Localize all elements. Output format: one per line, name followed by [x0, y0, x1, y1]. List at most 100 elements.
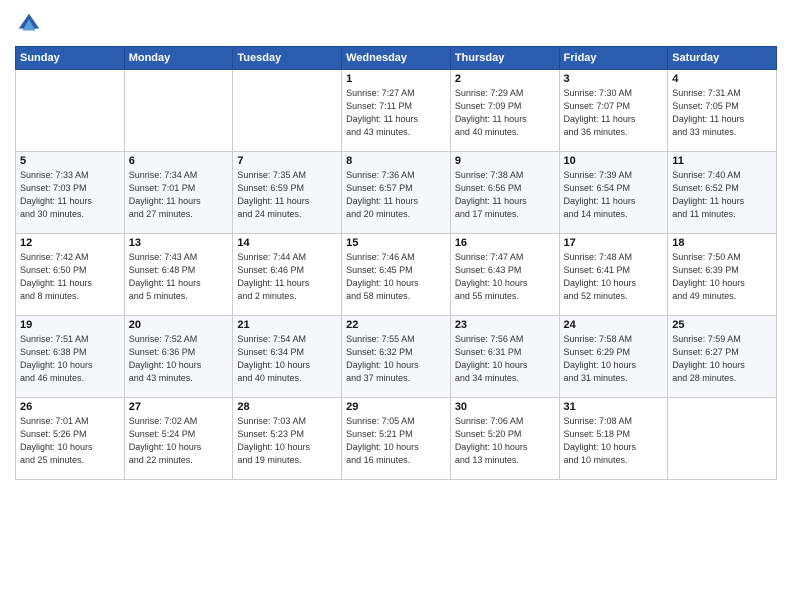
day-number: 17	[564, 237, 664, 249]
calendar-cell: 3 Sunrise: 7:30 AM Sunset: 7:07 PM Daylig…	[559, 70, 668, 152]
weekday-header-friday: Friday	[559, 47, 668, 70]
day-number: 8	[346, 155, 446, 167]
calendar-cell: 13Sunrise: 7:43 AM Sunset: 6:48 PM Dayli…	[124, 234, 233, 316]
day-info: Sunrise: 7:38 AM Sunset: 6:56 PM Dayligh…	[455, 169, 555, 221]
day-info: Sunrise: 7:02 AM Sunset: 5:24 PM Dayligh…	[129, 415, 229, 467]
day-info: Sunrise: 7:59 AM Sunset: 6:27 PM Dayligh…	[672, 333, 772, 385]
day-number: 1	[346, 73, 446, 85]
calendar-cell: 7 Sunrise: 7:35 AM Sunset: 6:59 PM Daylig…	[233, 152, 342, 234]
calendar-cell: 8 Sunrise: 7:36 AM Sunset: 6:57 PM Daylig…	[342, 152, 451, 234]
day-info: Sunrise: 7:54 AM Sunset: 6:34 PM Dayligh…	[237, 333, 337, 385]
calendar-cell: 30 Sunrise: 7:06 AM Sunset: 5:20 PM Dayli…	[450, 398, 559, 480]
calendar-cell: 31Sunrise: 7:08 AM Sunset: 5:18 PM Dayli…	[559, 398, 668, 480]
day-info: Sunrise: 7:36 AM Sunset: 6:57 PM Dayligh…	[346, 169, 446, 221]
week-row-1: 1 Sunrise: 7:27 AM Sunset: 7:11 PM Daylig…	[16, 70, 777, 152]
day-number: 12	[20, 237, 120, 249]
day-info: Sunrise: 7:43 AM Sunset: 6:48 PM Dayligh…	[129, 251, 229, 303]
calendar-cell: 20 Sunrise: 7:52 AM Sunset: 6:36 PM Dayli…	[124, 316, 233, 398]
day-number: 26	[20, 401, 120, 413]
day-number: 24	[564, 319, 664, 331]
calendar-cell: 14 Sunrise: 7:44 AM Sunset: 6:46 PM Dayli…	[233, 234, 342, 316]
logo	[15, 10, 47, 38]
day-number: 30	[455, 401, 555, 413]
calendar-cell: 19 Sunrise: 7:51 AM Sunset: 6:38 PM Dayli…	[16, 316, 125, 398]
calendar-cell	[233, 70, 342, 152]
day-number: 19	[20, 319, 120, 331]
calendar-cell	[124, 70, 233, 152]
week-row-5: 26Sunrise: 7:01 AM Sunset: 5:26 PM Dayli…	[16, 398, 777, 480]
calendar-cell: 2 Sunrise: 7:29 AM Sunset: 7:09 PM Daylig…	[450, 70, 559, 152]
calendar-cell: 26Sunrise: 7:01 AM Sunset: 5:26 PM Dayli…	[16, 398, 125, 480]
day-info: Sunrise: 7:39 AM Sunset: 6:54 PM Dayligh…	[564, 169, 664, 221]
calendar-cell: 12Sunrise: 7:42 AM Sunset: 6:50 PM Dayli…	[16, 234, 125, 316]
calendar-cell: 29 Sunrise: 7:05 AM Sunset: 5:21 PM Dayli…	[342, 398, 451, 480]
day-info: Sunrise: 7:35 AM Sunset: 6:59 PM Dayligh…	[237, 169, 337, 221]
page-container: SundayMondayTuesdayWednesdayThursdayFrid…	[0, 0, 792, 485]
day-info: Sunrise: 7:50 AM Sunset: 6:39 PM Dayligh…	[672, 251, 772, 303]
week-row-4: 19 Sunrise: 7:51 AM Sunset: 6:38 PM Dayli…	[16, 316, 777, 398]
day-info: Sunrise: 7:40 AM Sunset: 6:52 PM Dayligh…	[672, 169, 772, 221]
weekday-header-monday: Monday	[124, 47, 233, 70]
calendar-cell: 16 Sunrise: 7:47 AM Sunset: 6:43 PM Dayli…	[450, 234, 559, 316]
calendar-cell: 4 Sunrise: 7:31 AM Sunset: 7:05 PM Daylig…	[668, 70, 777, 152]
calendar-cell: 15Sunrise: 7:46 AM Sunset: 6:45 PM Dayli…	[342, 234, 451, 316]
day-number: 14	[237, 237, 337, 249]
calendar-cell: 27 Sunrise: 7:02 AM Sunset: 5:24 PM Dayli…	[124, 398, 233, 480]
day-number: 25	[672, 319, 772, 331]
day-info: Sunrise: 7:44 AM Sunset: 6:46 PM Dayligh…	[237, 251, 337, 303]
weekday-header-tuesday: Tuesday	[233, 47, 342, 70]
calendar-cell: 10Sunrise: 7:39 AM Sunset: 6:54 PM Dayli…	[559, 152, 668, 234]
day-number: 21	[237, 319, 337, 331]
day-number: 23	[455, 319, 555, 331]
calendar-cell: 17 Sunrise: 7:48 AM Sunset: 6:41 PM Dayli…	[559, 234, 668, 316]
day-number: 28	[237, 401, 337, 413]
day-info: Sunrise: 7:46 AM Sunset: 6:45 PM Dayligh…	[346, 251, 446, 303]
calendar-cell: 22 Sunrise: 7:55 AM Sunset: 6:32 PM Dayli…	[342, 316, 451, 398]
day-number: 20	[129, 319, 229, 331]
day-info: Sunrise: 7:58 AM Sunset: 6:29 PM Dayligh…	[564, 333, 664, 385]
day-info: Sunrise: 7:33 AM Sunset: 7:03 PM Dayligh…	[20, 169, 120, 221]
day-info: Sunrise: 7:34 AM Sunset: 7:01 PM Dayligh…	[129, 169, 229, 221]
day-number: 11	[672, 155, 772, 167]
weekday-header-sunday: Sunday	[16, 47, 125, 70]
day-number: 29	[346, 401, 446, 413]
day-info: Sunrise: 7:47 AM Sunset: 6:43 PM Dayligh…	[455, 251, 555, 303]
calendar-cell: 6 Sunrise: 7:34 AM Sunset: 7:01 PM Daylig…	[124, 152, 233, 234]
day-number: 9	[455, 155, 555, 167]
day-info: Sunrise: 7:29 AM Sunset: 7:09 PM Dayligh…	[455, 87, 555, 139]
weekday-header-row: SundayMondayTuesdayWednesdayThursdayFrid…	[16, 47, 777, 70]
day-info: Sunrise: 7:06 AM Sunset: 5:20 PM Dayligh…	[455, 415, 555, 467]
day-number: 6	[129, 155, 229, 167]
day-info: Sunrise: 7:48 AM Sunset: 6:41 PM Dayligh…	[564, 251, 664, 303]
weekday-header-wednesday: Wednesday	[342, 47, 451, 70]
weekday-header-saturday: Saturday	[668, 47, 777, 70]
day-info: Sunrise: 7:51 AM Sunset: 6:38 PM Dayligh…	[20, 333, 120, 385]
calendar-table: SundayMondayTuesdayWednesdayThursdayFrid…	[15, 46, 777, 480]
day-info: Sunrise: 7:03 AM Sunset: 5:23 PM Dayligh…	[237, 415, 337, 467]
calendar-cell: 5 Sunrise: 7:33 AM Sunset: 7:03 PM Daylig…	[16, 152, 125, 234]
day-info: Sunrise: 7:55 AM Sunset: 6:32 PM Dayligh…	[346, 333, 446, 385]
day-number: 7	[237, 155, 337, 167]
day-info: Sunrise: 7:05 AM Sunset: 5:21 PM Dayligh…	[346, 415, 446, 467]
header	[15, 10, 777, 38]
calendar-cell: 9 Sunrise: 7:38 AM Sunset: 6:56 PM Daylig…	[450, 152, 559, 234]
week-row-3: 12Sunrise: 7:42 AM Sunset: 6:50 PM Dayli…	[16, 234, 777, 316]
logo-icon	[15, 10, 43, 38]
day-number: 16	[455, 237, 555, 249]
day-info: Sunrise: 7:30 AM Sunset: 7:07 PM Dayligh…	[564, 87, 664, 139]
day-number: 3	[564, 73, 664, 85]
day-number: 5	[20, 155, 120, 167]
calendar-cell: 23Sunrise: 7:56 AM Sunset: 6:31 PM Dayli…	[450, 316, 559, 398]
calendar-cell: 24 Sunrise: 7:58 AM Sunset: 6:29 PM Dayli…	[559, 316, 668, 398]
day-info: Sunrise: 7:31 AM Sunset: 7:05 PM Dayligh…	[672, 87, 772, 139]
day-info: Sunrise: 7:52 AM Sunset: 6:36 PM Dayligh…	[129, 333, 229, 385]
week-row-2: 5 Sunrise: 7:33 AM Sunset: 7:03 PM Daylig…	[16, 152, 777, 234]
day-number: 2	[455, 73, 555, 85]
day-number: 4	[672, 73, 772, 85]
calendar-cell: 11 Sunrise: 7:40 AM Sunset: 6:52 PM Dayli…	[668, 152, 777, 234]
calendar-cell: 1 Sunrise: 7:27 AM Sunset: 7:11 PM Daylig…	[342, 70, 451, 152]
calendar-cell: 18Sunrise: 7:50 AM Sunset: 6:39 PM Dayli…	[668, 234, 777, 316]
day-number: 22	[346, 319, 446, 331]
day-info: Sunrise: 7:27 AM Sunset: 7:11 PM Dayligh…	[346, 87, 446, 139]
day-number: 27	[129, 401, 229, 413]
